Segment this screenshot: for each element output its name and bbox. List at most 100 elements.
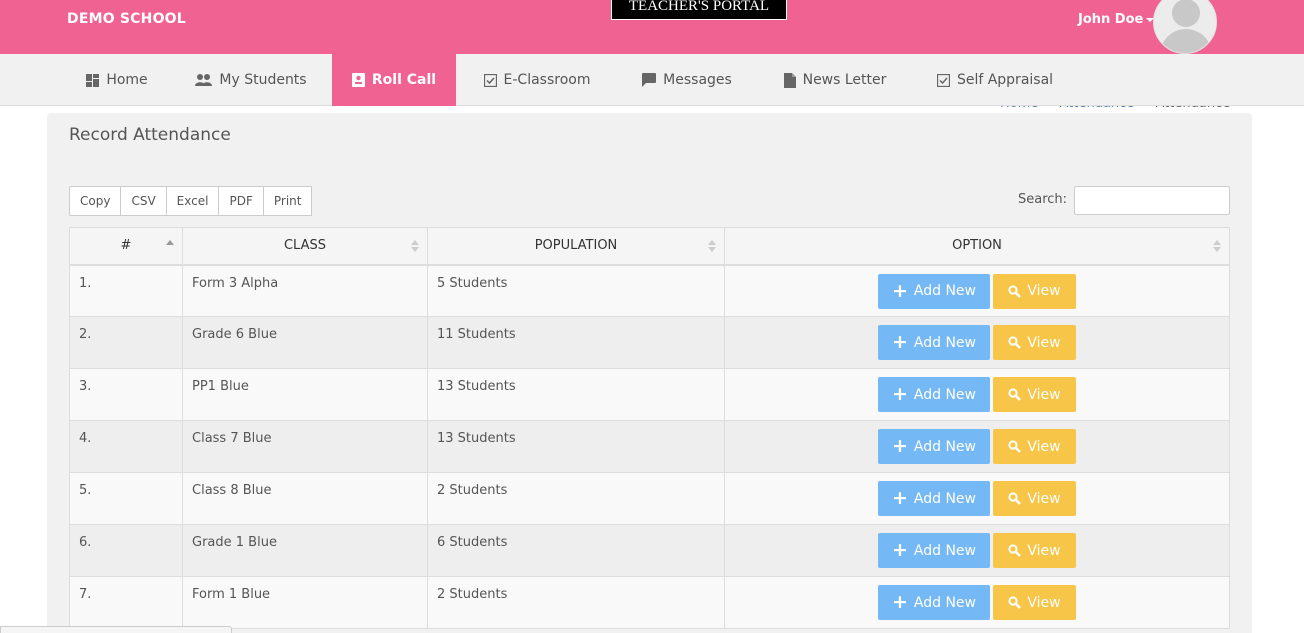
search-icon: [1008, 544, 1022, 557]
plus-icon: +: [891, 487, 908, 509]
add-new-button[interactable]: + Add New: [878, 273, 990, 309]
search-input[interactable]: [1074, 186, 1230, 215]
option-cell: + Add New View: [724, 576, 1230, 629]
add-new-label: Add New: [913, 283, 976, 299]
table-row: 3. PP1 Blue 13 Students + Add New View: [69, 368, 1230, 421]
table-row: 1. Form 3 Alpha 5 Students + Add New View: [69, 264, 1230, 317]
nav-label: News Letter: [802, 72, 887, 88]
table-row: 7. Form 1 Blue 2 Students + Add New View: [69, 576, 1230, 629]
option-cell: + Add New View: [724, 264, 1230, 317]
nav-home[interactable]: Home: [67, 54, 167, 106]
user-menu[interactable]: John Doe: [1078, 12, 1155, 27]
sort-icon: [1213, 240, 1221, 252]
add-new-label: Add New: [913, 334, 976, 351]
column-header-number[interactable]: #: [69, 227, 183, 266]
view-button[interactable]: View: [993, 377, 1076, 412]
sort-icon: [411, 240, 419, 252]
row-number: 1.: [69, 264, 183, 317]
view-label: View: [1027, 490, 1061, 507]
view-label: View: [1027, 386, 1061, 403]
class-name: PP1 Blue: [182, 368, 428, 421]
view-label: View: [1027, 283, 1061, 299]
search-label: Search:: [1018, 192, 1068, 207]
nav-label: E-Classroom: [503, 72, 591, 88]
add-new-button[interactable]: + Add New: [878, 481, 990, 516]
population: 2 Students: [427, 472, 725, 525]
search-icon: [1008, 440, 1022, 453]
class-name: Class 8 Blue: [182, 472, 428, 525]
school-name[interactable]: DEMO SCHOOL: [67, 11, 186, 27]
dashboard-icon: [86, 73, 100, 87]
option-cell: + Add New View: [724, 524, 1230, 577]
pdf-button[interactable]: PDF: [218, 186, 264, 216]
checkbox-icon: [936, 73, 950, 87]
search-icon: [1008, 596, 1022, 609]
option-cell: + Add New View: [724, 368, 1230, 421]
plus-icon: +: [891, 591, 908, 613]
nav-my-students[interactable]: My Students: [183, 54, 319, 106]
view-button[interactable]: View: [993, 533, 1076, 568]
nav-label: My Students: [219, 72, 307, 88]
class-name: Grade 6 Blue: [182, 316, 428, 369]
column-header-class[interactable]: CLASS: [182, 227, 428, 266]
option-cell: + Add New View: [724, 420, 1230, 473]
add-new-label: Add New: [913, 438, 976, 455]
excel-button[interactable]: Excel: [165, 186, 220, 216]
csv-button[interactable]: CSV: [120, 186, 167, 216]
view-label: View: [1027, 438, 1061, 455]
nav-messages[interactable]: Messages: [628, 54, 746, 106]
badge-icon: [351, 73, 365, 87]
export-buttons: Copy CSV Excel PDF Print: [69, 186, 313, 216]
plus-icon: +: [891, 435, 908, 457]
plus-icon: +: [891, 331, 908, 353]
sort-asc-icon: [166, 240, 174, 252]
class-name: Form 3 Alpha: [182, 264, 428, 317]
nav-label: Roll Call: [371, 72, 437, 88]
view-button[interactable]: View: [993, 273, 1076, 309]
row-number: 3.: [69, 368, 183, 421]
nav-label: Messages: [663, 72, 732, 88]
chat-icon: [642, 73, 657, 87]
view-label: View: [1027, 594, 1061, 611]
add-new-label: Add New: [913, 386, 976, 403]
print-button[interactable]: Print: [262, 186, 313, 216]
avatar[interactable]: [1153, 0, 1217, 54]
add-new-label: Add New: [913, 594, 976, 611]
plus-icon: +: [891, 383, 908, 405]
view-button[interactable]: View: [993, 481, 1076, 516]
nav-roll-call[interactable]: Roll Call: [332, 54, 456, 106]
sort-icon: [708, 240, 716, 252]
search-icon: [1008, 336, 1022, 349]
view-button[interactable]: View: [993, 325, 1076, 360]
copy-button[interactable]: Copy: [69, 186, 122, 216]
add-new-button[interactable]: + Add New: [878, 429, 990, 464]
table-row: 6. Grade 1 Blue 6 Students + Add New View: [69, 524, 1230, 577]
people-icon: [195, 74, 213, 86]
add-new-label: Add New: [913, 490, 976, 507]
population: 2 Students: [427, 576, 725, 629]
population: 6 Students: [427, 524, 725, 577]
main-nav: Home My Students Roll Call E-Classroom M…: [0, 54, 1304, 106]
add-new-label: Add New: [913, 542, 976, 559]
column-header-population[interactable]: POPULATION: [427, 227, 725, 266]
add-new-button[interactable]: + Add New: [878, 377, 990, 412]
view-button[interactable]: View: [993, 585, 1076, 620]
population: 13 Students: [427, 420, 725, 473]
add-new-button[interactable]: + Add New: [878, 533, 990, 568]
option-cell: + Add New View: [724, 472, 1230, 525]
column-header-option[interactable]: OPTION: [724, 227, 1230, 266]
nav-e-classroom[interactable]: E-Classroom: [470, 54, 604, 106]
nav-news-letter[interactable]: News Letter: [770, 54, 900, 106]
option-cell: + Add New View: [724, 316, 1230, 369]
view-label: View: [1027, 334, 1061, 351]
row-number: 6.: [69, 524, 183, 577]
top-bar: DEMO SCHOOL TEACHER'S PORTAL John Doe: [0, 0, 1304, 54]
portal-title: TEACHER'S PORTAL: [611, 0, 787, 20]
search-icon: [1008, 284, 1022, 298]
add-new-button[interactable]: + Add New: [878, 585, 990, 620]
view-button[interactable]: View: [993, 429, 1076, 464]
classes-table: # CLASS POPULATION OPTION 1. Form 3 Alpha…: [69, 227, 1230, 629]
document-icon: [783, 72, 796, 88]
nav-self-appraisal[interactable]: Self Appraisal: [924, 54, 1066, 106]
add-new-button[interactable]: + Add New: [878, 325, 990, 360]
